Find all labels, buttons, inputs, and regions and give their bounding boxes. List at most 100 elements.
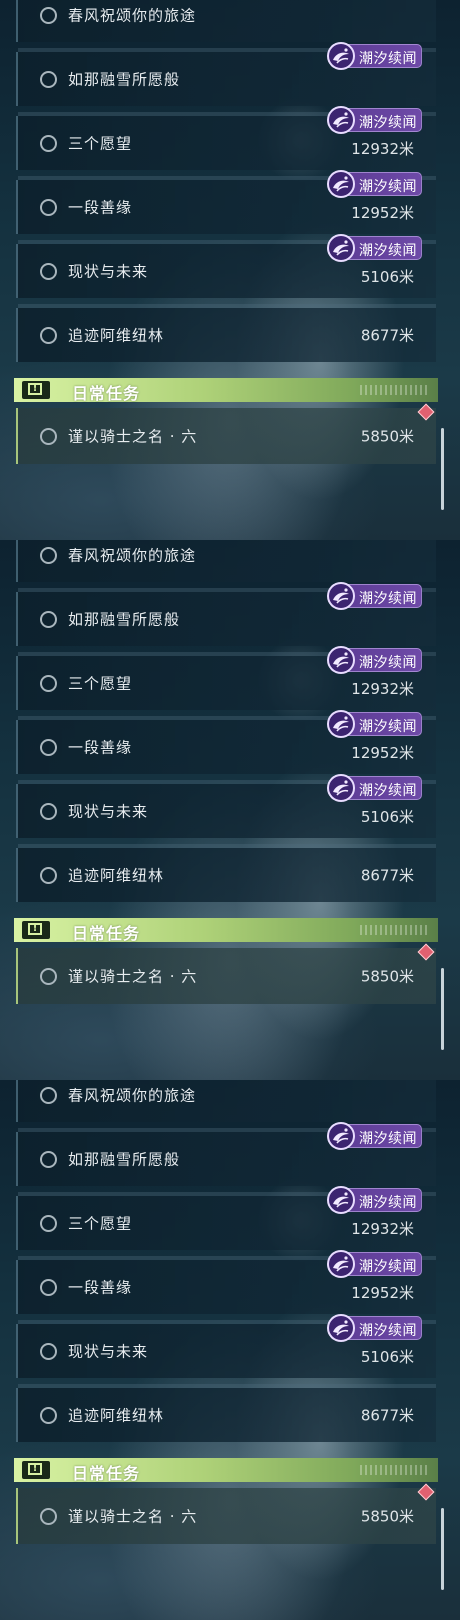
quest-distance: 12932米 [351,680,414,698]
quest-row[interactable]: 三个愿望 12932米 潮汐续闻 [16,646,436,710]
quest-distance: 12932米 [351,140,414,158]
quest-row[interactable]: 春风祝颂你的旅途 [16,1080,436,1122]
quest-row[interactable]: 三个愿望 12932米 潮汐续闻 [16,1186,436,1250]
tide-tales-badge: 潮汐续闻 [327,646,422,674]
radio-circle-icon[interactable] [40,1086,57,1104]
radio-circle-icon[interactable] [40,674,57,692]
badge-label: 潮汐续闻 [359,783,417,799]
radio-circle-icon[interactable] [40,1214,57,1232]
scrollbar-thumb[interactable] [441,968,444,1050]
quest-row[interactable]: 追迹阿维纽林 8677米 [16,304,436,362]
tide-tales-badge: 潮汐续闻 [327,42,422,70]
quest-distance: 12952米 [351,204,414,222]
tide-swirl-icon [327,582,355,610]
radio-circle-icon[interactable] [40,1342,57,1360]
radio-circle-icon[interactable] [40,610,57,628]
daily-quest-row[interactable]: 谨以骑士之名 · 六 5850米 [16,943,436,1004]
radio-circle-icon[interactable] [40,6,57,24]
tide-swirl-icon [327,774,355,802]
quest-row[interactable]: 现状与未来 5106米 潮汐续闻 [16,234,436,298]
quest-name: 一段善缘 [68,1278,133,1297]
quest-row[interactable]: 如那融雪所愿般 潮汐续闻 [16,1122,436,1186]
quest-distance: 8677米 [360,1406,414,1425]
quest-distance: 5106米 [360,1348,414,1366]
radio-circle-icon[interactable] [40,427,57,445]
scrollbar-thumb[interactable] [441,1508,444,1590]
tide-tales-badge: 潮汐续闻 [327,1122,422,1150]
radio-circle-icon[interactable] [40,262,57,280]
radio-circle-icon[interactable] [40,546,57,564]
alert-icon: ! [22,921,50,939]
quest-name: 一段善缘 [68,198,133,217]
badge-label: 潮汐续闻 [359,1195,417,1211]
radio-circle-icon[interactable] [40,738,57,756]
tide-swirl-icon [327,170,355,198]
red-diamond-icon [417,943,435,961]
quest-row[interactable]: 追迹阿维纽林 8677米 [16,844,436,902]
daily-quests-title: 日常任务 [72,384,141,403]
quest-name: 现状与未来 [68,1342,149,1361]
tide-tales-badge: 潮汐续闻 [327,710,422,738]
badge-label: 潮汐续闻 [359,1259,417,1275]
daily-quest-name: 谨以骑士之名 · 六 [68,1507,198,1526]
radio-circle-icon[interactable] [40,1507,57,1525]
tide-tales-badge: 潮汐续闻 [327,1250,422,1278]
badge-label: 潮汐续闻 [359,51,417,67]
quest-name: 一段善缘 [68,738,133,757]
quest-distance: 12952米 [351,1284,414,1302]
quest-row[interactable]: 一段善缘 12952米 潮汐续闻 [16,170,436,234]
daily-quests-header[interactable]: ! 日常任务 [14,1458,438,1483]
quest-row[interactable]: 现状与未来 5106米 潮汐续闻 [16,774,436,838]
radio-circle-icon[interactable] [40,866,57,884]
quest-row[interactable]: 追迹阿维纽林 8677米 [16,1384,436,1442]
quest-row[interactable]: 现状与未来 5106米 潮汐续闻 [16,1314,436,1378]
row-divider [18,304,436,308]
scrollbar-thumb[interactable] [441,428,444,510]
badge-label: 潮汐续闻 [359,591,417,607]
radio-circle-icon[interactable] [40,967,57,985]
daily-quest-name: 谨以骑士之名 · 六 [68,967,198,986]
quest-name: 春风祝颂你的旅途 [68,6,197,25]
radio-circle-icon[interactable] [40,326,57,344]
badge-label: 潮汐续闻 [359,179,417,195]
radio-circle-icon[interactable] [40,198,57,216]
quest-name: 如那融雪所愿般 [68,1150,181,1169]
quest-row[interactable]: 春风祝颂你的旅途 [16,0,436,42]
daily-quest-row[interactable]: 谨以骑士之名 · 六 5850米 [16,403,436,464]
quest-row[interactable]: 三个愿望 12932米 潮汐续闻 [16,106,436,170]
radio-circle-icon[interactable] [40,134,57,152]
daily-quests-header[interactable]: ! 日常任务 [14,378,438,403]
radio-circle-icon[interactable] [40,1406,57,1424]
tide-tales-badge: 潮汐续闻 [327,774,422,802]
quest-panel-frame: 春风祝颂你的旅途 如那融雪所愿般 潮汐续闻 三个愿望 12932米 潮汐续闻 一段善缘 129… [0,1080,460,1620]
quest-panel-frame: 春风祝颂你的旅途 如那融雪所愿般 潮汐续闻 三个愿望 12932米 潮汐续闻 一段善缘 129… [0,540,460,1080]
quest-name: 三个愿望 [68,134,133,153]
daily-quests-title: 日常任务 [72,1464,141,1483]
red-diamond-icon [417,1483,435,1501]
quest-row[interactable]: 如那融雪所愿般 潮汐续闻 [16,42,436,106]
daily-quests-header[interactable]: ! 日常任务 [14,918,438,943]
row-divider [18,844,436,848]
quest-distance: 8677米 [360,326,414,345]
tide-swirl-icon [327,1314,355,1342]
radio-circle-icon[interactable] [40,802,57,820]
quest-distance: 5106米 [360,808,414,826]
daily-quest-distance: 5850米 [360,1507,414,1526]
quest-row[interactable]: 如那融雪所愿般 潮汐续闻 [16,582,436,646]
quest-name: 春风祝颂你的旅途 [68,1086,197,1105]
quest-row[interactable]: 春风祝颂你的旅途 [16,540,436,582]
quest-name: 追迹阿维纽林 [68,1406,165,1425]
quest-row[interactable]: 一段善缘 12952米 潮汐续闻 [16,1250,436,1314]
tide-tales-badge: 潮汐续闻 [327,234,422,262]
badge-label: 潮汐续闻 [359,115,417,131]
tide-tales-badge: 潮汐续闻 [327,1314,422,1342]
quest-row[interactable]: 一段善缘 12952米 潮汐续闻 [16,710,436,774]
radio-circle-icon[interactable] [40,1150,57,1168]
daily-quest-row[interactable]: 谨以骑士之名 · 六 5850米 [16,1483,436,1544]
quest-distance: 12932米 [351,1220,414,1238]
daily-quest-distance: 5850米 [360,427,414,446]
tide-tales-badge: 潮汐续闻 [327,1186,422,1214]
daily-quest-name: 谨以骑士之名 · 六 [68,427,198,446]
radio-circle-icon[interactable] [40,1278,57,1296]
radio-circle-icon[interactable] [40,70,57,88]
